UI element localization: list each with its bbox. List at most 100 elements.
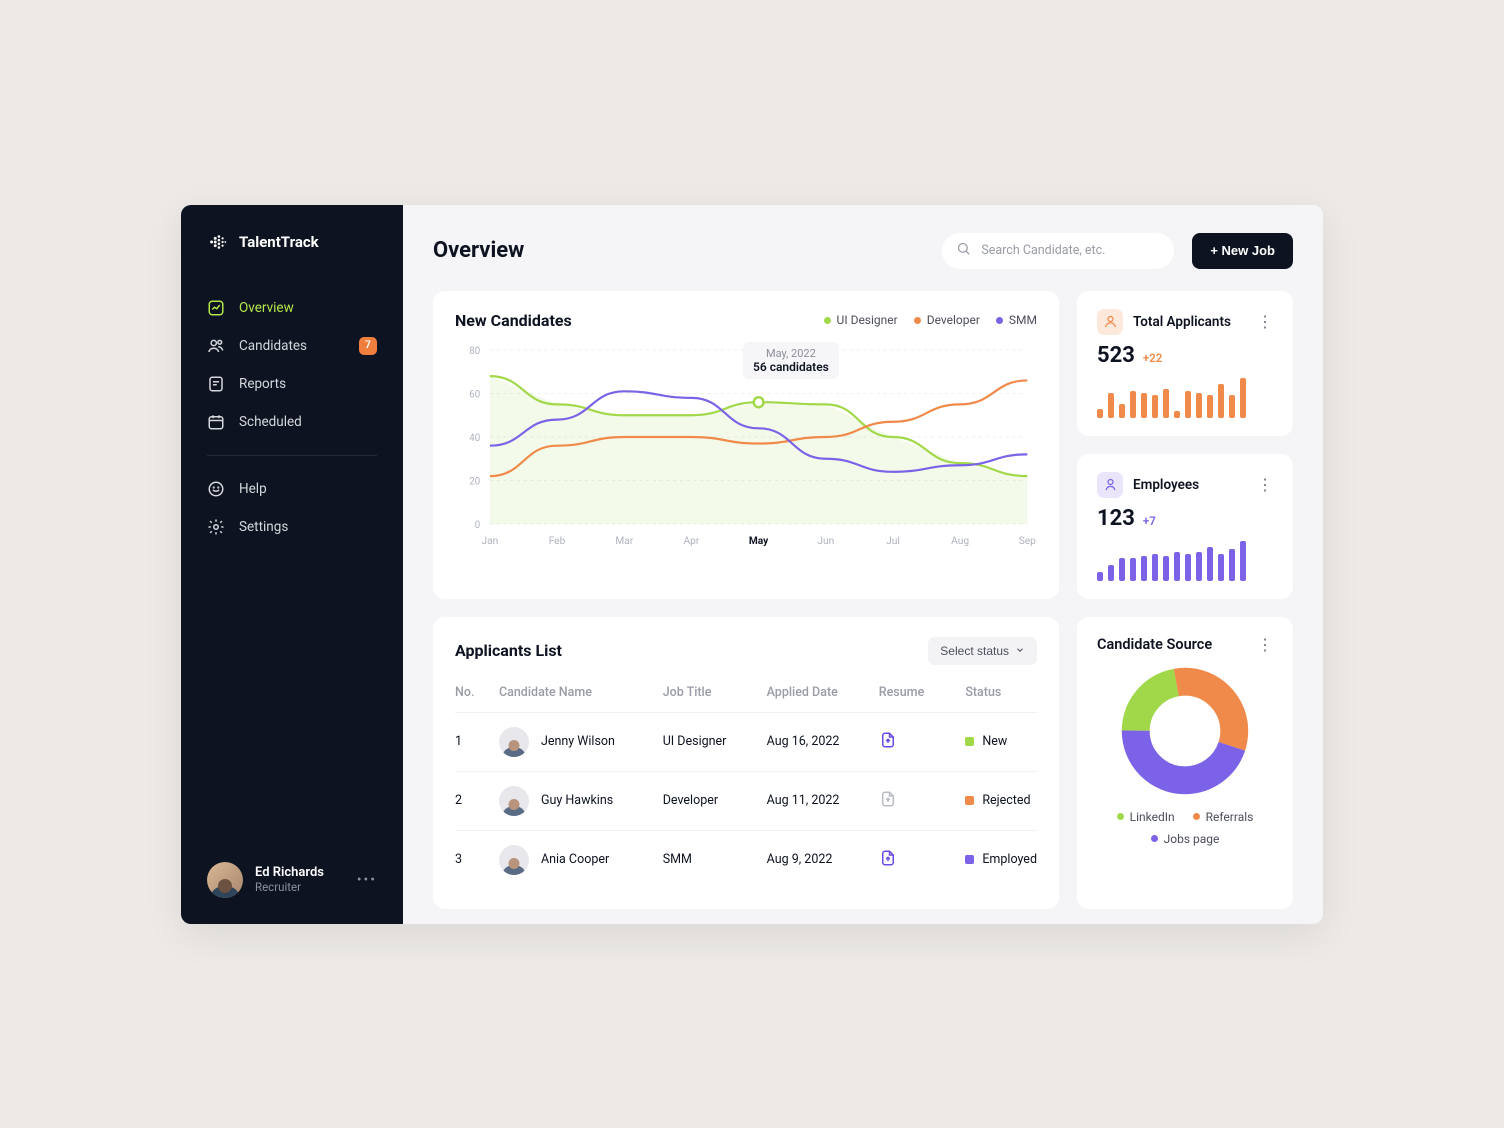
nav-overview[interactable]: Overview (195, 289, 389, 327)
candidate-avatar (499, 845, 529, 875)
user-info: Ed Richards Recruiter (255, 865, 324, 894)
users-icon (207, 337, 225, 355)
resume-icon[interactable] (879, 857, 897, 872)
candidate-name: Guy Hawkins (541, 793, 613, 808)
more-icon[interactable]: ⋮ (1257, 312, 1273, 331)
chart-legend: UI Designer Developer SMM (824, 313, 1037, 327)
status-label: New (982, 734, 1007, 749)
candidate-avatar (499, 727, 529, 757)
nav-badge: 7 (359, 337, 377, 355)
applicants-sparkline (1097, 378, 1273, 418)
legend-dev: Developer (914, 313, 980, 327)
user-avatar (207, 862, 243, 898)
more-icon[interactable]: ••• (357, 872, 377, 888)
status-cell: New (965, 734, 1037, 749)
app-root: TalentTrack Overview Candidates 7 Report… (181, 205, 1323, 924)
nav-divider (207, 455, 377, 456)
candidate-name: Jenny Wilson (541, 734, 615, 749)
svg-text:Jun: Jun (817, 533, 834, 546)
donut-legend: LinkedIn Referrals Jobs page (1097, 810, 1273, 846)
row-no: 2 (455, 771, 499, 830)
nav-scheduled[interactable]: Scheduled (195, 403, 389, 441)
svg-text:Apr: Apr (684, 533, 700, 546)
secondary-nav: Help Settings (181, 470, 403, 546)
stat-delta: +22 (1143, 351, 1162, 365)
legend-referrals: Referrals (1193, 810, 1254, 824)
nav-settings[interactable]: Settings (195, 508, 389, 546)
nav-label: Scheduled (239, 414, 302, 430)
table-title: Applicants List (455, 641, 562, 660)
legend-ui: UI Designer (824, 313, 898, 327)
stat-title: Employees (1133, 477, 1199, 493)
svg-text:Mar: Mar (615, 533, 633, 546)
chart-icon (207, 299, 225, 317)
legend-linkedin: LinkedIn (1117, 810, 1175, 824)
svg-text:May: May (749, 533, 769, 546)
candidate-avatar (499, 786, 529, 816)
stats-column: Total Applicants ⋮ 523 +22 Employees ⋮ (1077, 291, 1293, 599)
applied-date: Aug 16, 2022 (767, 712, 879, 771)
svg-text:0: 0 (475, 519, 480, 530)
employees-sparkline (1097, 541, 1273, 581)
status-label: Rejected (982, 793, 1030, 808)
brand-logo: TalentTrack (181, 231, 403, 289)
user-profile[interactable]: Ed Richards Recruiter ••• (181, 862, 403, 898)
candidate-cell: Guy Hawkins (499, 786, 663, 816)
svg-text:Jan: Jan (482, 533, 499, 546)
legend-jobs: Jobs page (1151, 832, 1220, 846)
svg-text:Feb: Feb (549, 533, 566, 546)
stat-title: Total Applicants (1133, 314, 1231, 330)
nav-label: Overview (239, 300, 294, 316)
col-resume: Resume (879, 679, 966, 713)
search-input[interactable]: Search Candidate, etc. (942, 233, 1174, 269)
gear-icon (207, 518, 225, 536)
source-title: Candidate Source (1097, 636, 1212, 653)
help-icon (207, 480, 225, 498)
new-candidates-card: New Candidates UI Designer Developer SMM… (433, 291, 1059, 599)
nav-label: Settings (239, 519, 288, 535)
user-role: Recruiter (255, 880, 324, 894)
chart-tooltip: May, 2022 56 candidates (743, 342, 839, 379)
svg-text:Sep: Sep (1019, 533, 1036, 546)
col-name: Candidate Name (499, 679, 663, 713)
new-job-button[interactable]: + New Job (1192, 233, 1293, 269)
brand-name: TalentTrack (239, 233, 319, 251)
status-cell: Employed (965, 852, 1037, 867)
svg-text:60: 60 (469, 389, 480, 400)
job-title: SMM (663, 830, 767, 889)
status-filter[interactable]: Select status (928, 637, 1037, 665)
nav-help[interactable]: Help (195, 470, 389, 508)
stat-value: 123 (1097, 506, 1135, 531)
candidate-name: Ania Cooper (541, 852, 609, 867)
user-name: Ed Richards (255, 865, 324, 880)
more-icon[interactable]: ⋮ (1257, 475, 1273, 494)
table-row[interactable]: 2 Guy Hawkins Developer Aug 11, 2022 Rej… (455, 771, 1037, 830)
svg-text:20: 20 (469, 476, 480, 487)
nav-label: Help (239, 481, 267, 497)
nav-label: Candidates (239, 338, 307, 354)
candidate-source-card: Candidate Source ⋮ LinkedIn Referrals Jo… (1077, 617, 1293, 909)
table-row[interactable]: 3 Ania Cooper SMM Aug 9, 2022 Employed (455, 830, 1037, 889)
employees-icon (1097, 472, 1123, 498)
row-no: 3 (455, 830, 499, 889)
search-icon (956, 241, 971, 260)
resume-icon[interactable] (879, 739, 897, 754)
svg-text:80: 80 (469, 345, 480, 356)
chart-title: New Candidates (455, 311, 572, 330)
table-row[interactable]: 1 Jenny Wilson UI Designer Aug 16, 2022 … (455, 712, 1037, 771)
sidebar: TalentTrack Overview Candidates 7 Report… (181, 205, 403, 924)
nav-candidates[interactable]: Candidates 7 (195, 327, 389, 365)
resume-icon[interactable] (879, 798, 897, 813)
candidate-cell: Ania Cooper (499, 845, 663, 875)
more-icon[interactable]: ⋮ (1257, 635, 1273, 654)
primary-nav: Overview Candidates 7 Reports Scheduled (181, 289, 403, 441)
logo-icon (207, 231, 229, 253)
page-title: Overview (433, 238, 524, 263)
job-title: Developer (663, 771, 767, 830)
applicants-list-card: Applicants List Select status No. Candid… (433, 617, 1059, 909)
status-label: Employed (982, 852, 1037, 867)
chevron-down-icon (1015, 644, 1025, 658)
nav-reports[interactable]: Reports (195, 365, 389, 403)
col-no: No. (455, 679, 499, 713)
line-chart: May, 2022 56 candidates 806040200JanFebM… (455, 342, 1037, 552)
